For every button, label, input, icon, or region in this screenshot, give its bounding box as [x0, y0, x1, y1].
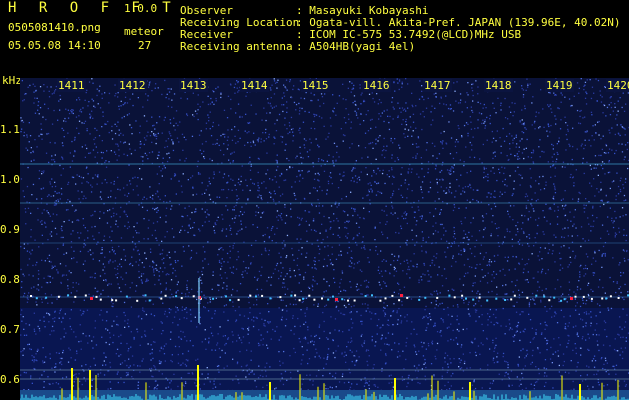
header-panel: H R O F F T 1.0.0 0505081410.png meteor … [0, 0, 629, 76]
y-tick-label: 1.0 [0, 173, 20, 186]
antenna-key: Receiving antenna [180, 40, 293, 53]
unit-label: kHz [2, 74, 22, 87]
y-tick-label: 0.7 [0, 323, 20, 336]
file-name: 0505081410.png [8, 21, 101, 34]
y-tick-label: 0.9 [0, 223, 20, 236]
y-tick-label: 0.6 [0, 373, 20, 386]
time-tick-label: 1413 [179, 79, 208, 92]
time-tick-label: 1412 [118, 79, 147, 92]
time-tick-label: 1419 [545, 79, 574, 92]
time-tick-label: 1416 [362, 79, 391, 92]
time-tick-label: 1417 [423, 79, 452, 92]
time-tick-label: 1415 [301, 79, 330, 92]
antenna-value: : A504HB(yagi 4el) [296, 40, 416, 53]
time-tick-label: 1420 [606, 79, 629, 92]
meteor-hit [90, 297, 93, 300]
meteor-hit [570, 297, 573, 300]
meteor-hit [335, 298, 338, 301]
meteor-hit [400, 294, 403, 297]
meteor-count: 27 [138, 39, 152, 52]
time-tick-label: 1418 [484, 79, 513, 92]
time-tick-label: 1414 [240, 79, 269, 92]
datetime: 05.05.08 14:10 [8, 39, 101, 52]
spectrogram-view[interactable] [20, 78, 629, 400]
y-tick-label: 1.1 [0, 123, 20, 136]
app-version: 1.0.0 [124, 2, 158, 15]
time-tick-label: 1411 [57, 79, 86, 92]
y-tick-label: 0.8 [0, 273, 20, 286]
meteor-label: meteor [124, 25, 164, 38]
